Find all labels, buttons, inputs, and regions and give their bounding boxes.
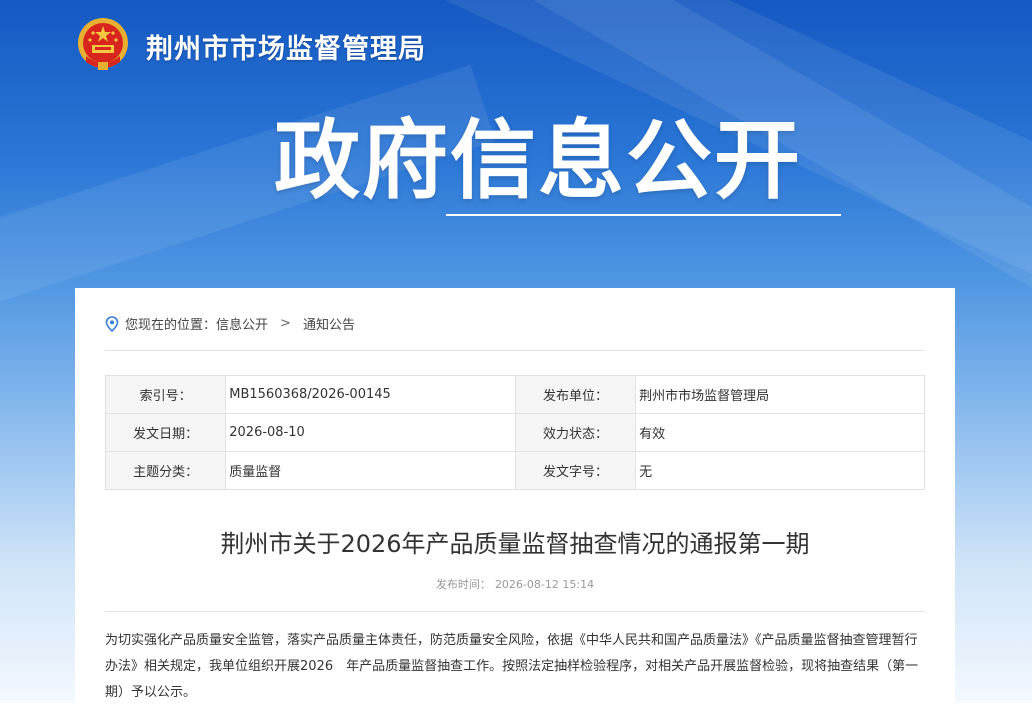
table-row: 发文日期： 2026-08-10 效力状态： 有效 — [104, 413, 925, 452]
index-label: 索引号： — [104, 375, 227, 414]
docno-value: 无 — [635, 451, 925, 490]
breadcrumb-separator: > — [280, 316, 291, 331]
publish-time-label: 发布时间： — [435, 578, 491, 591]
document-meta-table: 索引号： MB1560368/2026-00145 发布单位： 荆州市市场监督管… — [104, 375, 925, 490]
breadcrumb-prefix: 您现在的位置： — [125, 318, 217, 333]
breadcrumb-item-notices[interactable]: 通知公告 — [303, 314, 355, 333]
location-pin-icon — [105, 315, 119, 332]
banner-underline — [446, 214, 841, 216]
publish-time: 发布时间： 2026-08-12 15:14 — [75, 576, 955, 592]
article-body: 为切实强化产品质量安全监管，落实产品质量主体责任，防范质量安全风险，依据《中华人… — [105, 633, 919, 700]
topic-label: 主题分类： — [104, 451, 227, 490]
table-row: 主题分类： 质量监督 发文字号： 无 — [104, 451, 925, 490]
date-label: 发文日期： — [104, 413, 227, 452]
index-value: MB1560368/2026-00145 — [225, 375, 516, 414]
publisher-value: 荆州市市场监督管理局 — [635, 375, 925, 414]
breadcrumb-item-info-disclosure[interactable]: 信息公开 — [216, 314, 268, 333]
breadcrumb: 您现在的位置： 信息公开 > 通知公告 — [105, 314, 355, 333]
table-row: 索引号： MB1560368/2026-00145 发布单位： 荆州市市场监督管… — [104, 375, 925, 414]
publish-time-value: 2026-08-12 15:14 — [494, 578, 595, 591]
banner-title: 政府信息公开 — [274, 111, 802, 211]
docno-label: 发文字号： — [514, 451, 637, 490]
national-emblem-icon — [78, 18, 128, 70]
publisher-label: 发布单位： — [514, 375, 637, 414]
status-label: 效力状态： — [514, 413, 637, 452]
date-value: 2026-08-10 — [225, 413, 516, 452]
status-value: 有效 — [635, 413, 925, 452]
site-title[interactable]: 荆州市市场监督管理局 — [146, 27, 426, 66]
divider — [105, 350, 925, 351]
content-panel: 您现在的位置： 信息公开 > 通知公告 索引号： MB1560368/2026-… — [75, 288, 955, 703]
topic-value: 质量监督 — [225, 451, 516, 490]
divider — [105, 611, 925, 612]
article-title: 荆州市关于2026年产品质量监督抽查情况的通报第一期 — [220, 530, 810, 558]
